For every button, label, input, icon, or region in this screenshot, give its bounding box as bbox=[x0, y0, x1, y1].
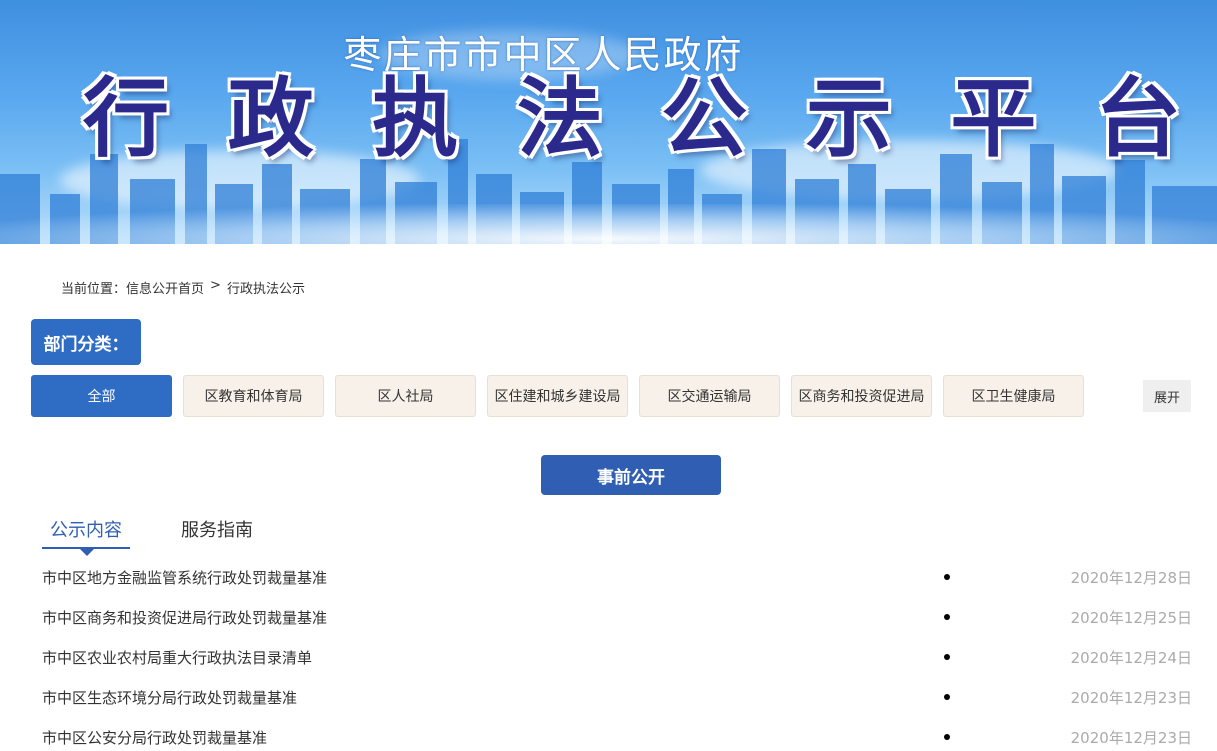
list-item-date: 2020年12月28日 bbox=[1070, 568, 1192, 587]
bullet-dot-icon bbox=[944, 734, 950, 740]
list-item-title[interactable]: 市中区公安分局行政处罚裁量基准 bbox=[42, 727, 267, 748]
bullet-dot-icon bbox=[944, 574, 950, 580]
banner-title-char: 行 bbox=[81, 69, 171, 169]
tab-disclosure-content[interactable]: 公示内容 bbox=[42, 516, 130, 556]
list-item-date: 2020年12月23日 bbox=[1070, 688, 1192, 707]
breadcrumb-separator: > bbox=[210, 278, 221, 293]
department-filter-education-sports[interactable]: 区教育和体育局 bbox=[183, 375, 324, 417]
list-item-date: 2020年12月25日 bbox=[1070, 608, 1192, 627]
list-item[interactable]: 市中区商务和投资促进局行政处罚裁量基准 2020年12月25日 bbox=[42, 597, 1192, 637]
breadcrumb: 当前位置： 信息公开首页 > 行政执法公示 bbox=[61, 278, 305, 297]
banner-title-char: 平 bbox=[948, 69, 1038, 169]
content-tabs: 公示内容 服务指南 bbox=[42, 516, 261, 556]
department-filter-housing-construction[interactable]: 区住建和城乡建设局 bbox=[487, 375, 628, 417]
banner-title-char: 法 bbox=[515, 69, 605, 169]
department-filter-health[interactable]: 区卫生健康局 bbox=[943, 375, 1084, 417]
department-filter-all[interactable]: 全部 bbox=[31, 375, 172, 417]
banner-title-char: 公 bbox=[659, 69, 749, 169]
bullet-dot-icon bbox=[944, 694, 950, 700]
header-banner: 枣庄市市中区人民政府 行 政 执 法 公 示 平 台 bbox=[0, 0, 1217, 244]
list-item[interactable]: 市中区农业农村局重大行政执法目录清单 2020年12月24日 bbox=[42, 637, 1192, 677]
list-item[interactable]: 市中区生态环境分局行政处罚裁量基准 2020年12月23日 bbox=[42, 677, 1192, 717]
department-filter-commerce-investment[interactable]: 区商务和投资促进局 bbox=[791, 375, 932, 417]
breadcrumb-home-link[interactable]: 信息公开首页 bbox=[126, 278, 204, 297]
banner-title-char: 示 bbox=[804, 69, 894, 169]
breadcrumb-prefix: 当前位置： bbox=[61, 282, 127, 297]
list-item-title[interactable]: 市中区地方金融监管系统行政处罚裁量基准 bbox=[42, 567, 327, 588]
banner-title-char: 政 bbox=[226, 69, 316, 169]
pre-disclosure-button[interactable]: 事前公开 bbox=[541, 455, 721, 495]
department-filter-human-resources[interactable]: 区人社局 bbox=[335, 375, 476, 417]
banner-title-char: 执 bbox=[370, 69, 460, 169]
list-item[interactable]: 市中区公安分局行政处罚裁量基准 2020年12月23日 bbox=[42, 717, 1192, 751]
bullet-dot-icon bbox=[944, 614, 950, 620]
list-item-date: 2020年12月23日 bbox=[1070, 728, 1192, 747]
disclosure-list: 市中区地方金融监管系统行政处罚裁量基准 2020年12月28日 市中区商务和投资… bbox=[42, 557, 1192, 751]
department-filter-transport[interactable]: 区交通运输局 bbox=[639, 375, 780, 417]
department-category-label: 部门分类： bbox=[31, 319, 141, 365]
banner-title: 行 政 执 法 公 示 平 台 bbox=[62, 69, 1202, 169]
tab-service-guide[interactable]: 服务指南 bbox=[173, 516, 261, 549]
expand-departments-button[interactable]: 展开 bbox=[1143, 380, 1191, 412]
banner-title-char: 台 bbox=[1093, 69, 1183, 169]
list-item-title[interactable]: 市中区生态环境分局行政处罚裁量基准 bbox=[42, 687, 297, 708]
department-filter-row: 全部 区教育和体育局 区人社局 区住建和城乡建设局 区交通运输局 区商务和投资促… bbox=[31, 375, 1084, 417]
list-item-title[interactable]: 市中区商务和投资促进局行政处罚裁量基准 bbox=[42, 607, 327, 628]
bullet-dot-icon bbox=[944, 654, 950, 660]
banner-glow bbox=[0, 204, 1217, 244]
list-item-title[interactable]: 市中区农业农村局重大行政执法目录清单 bbox=[42, 647, 312, 668]
breadcrumb-current-link[interactable]: 行政执法公示 bbox=[227, 278, 305, 297]
list-item-date: 2020年12月24日 bbox=[1070, 648, 1192, 667]
list-item[interactable]: 市中区地方金融监管系统行政处罚裁量基准 2020年12月28日 bbox=[42, 557, 1192, 597]
